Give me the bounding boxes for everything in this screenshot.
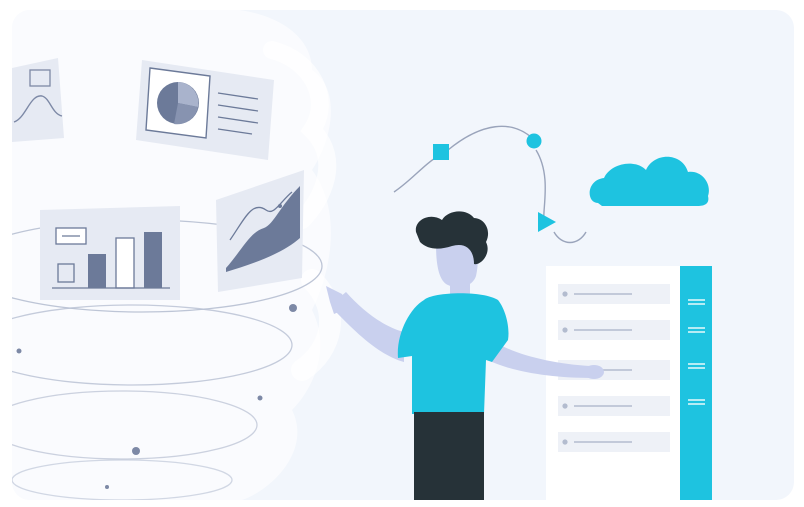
list-row — [558, 284, 670, 304]
person-shirt — [397, 293, 509, 414]
illustration-frame — [12, 10, 794, 500]
list-row — [558, 432, 670, 452]
cloud-icon — [589, 156, 709, 206]
line-chart-card-icon — [12, 58, 64, 142]
square-node-icon — [433, 144, 449, 160]
sidebar-column — [680, 266, 712, 500]
list-row — [558, 320, 670, 340]
illustration-canvas — [12, 10, 712, 500]
person-pants — [414, 412, 484, 500]
bar-chart-card-icon — [40, 206, 180, 300]
triangle-node-icon — [538, 212, 556, 232]
circle-node-icon — [526, 133, 542, 149]
list-row — [558, 396, 670, 416]
